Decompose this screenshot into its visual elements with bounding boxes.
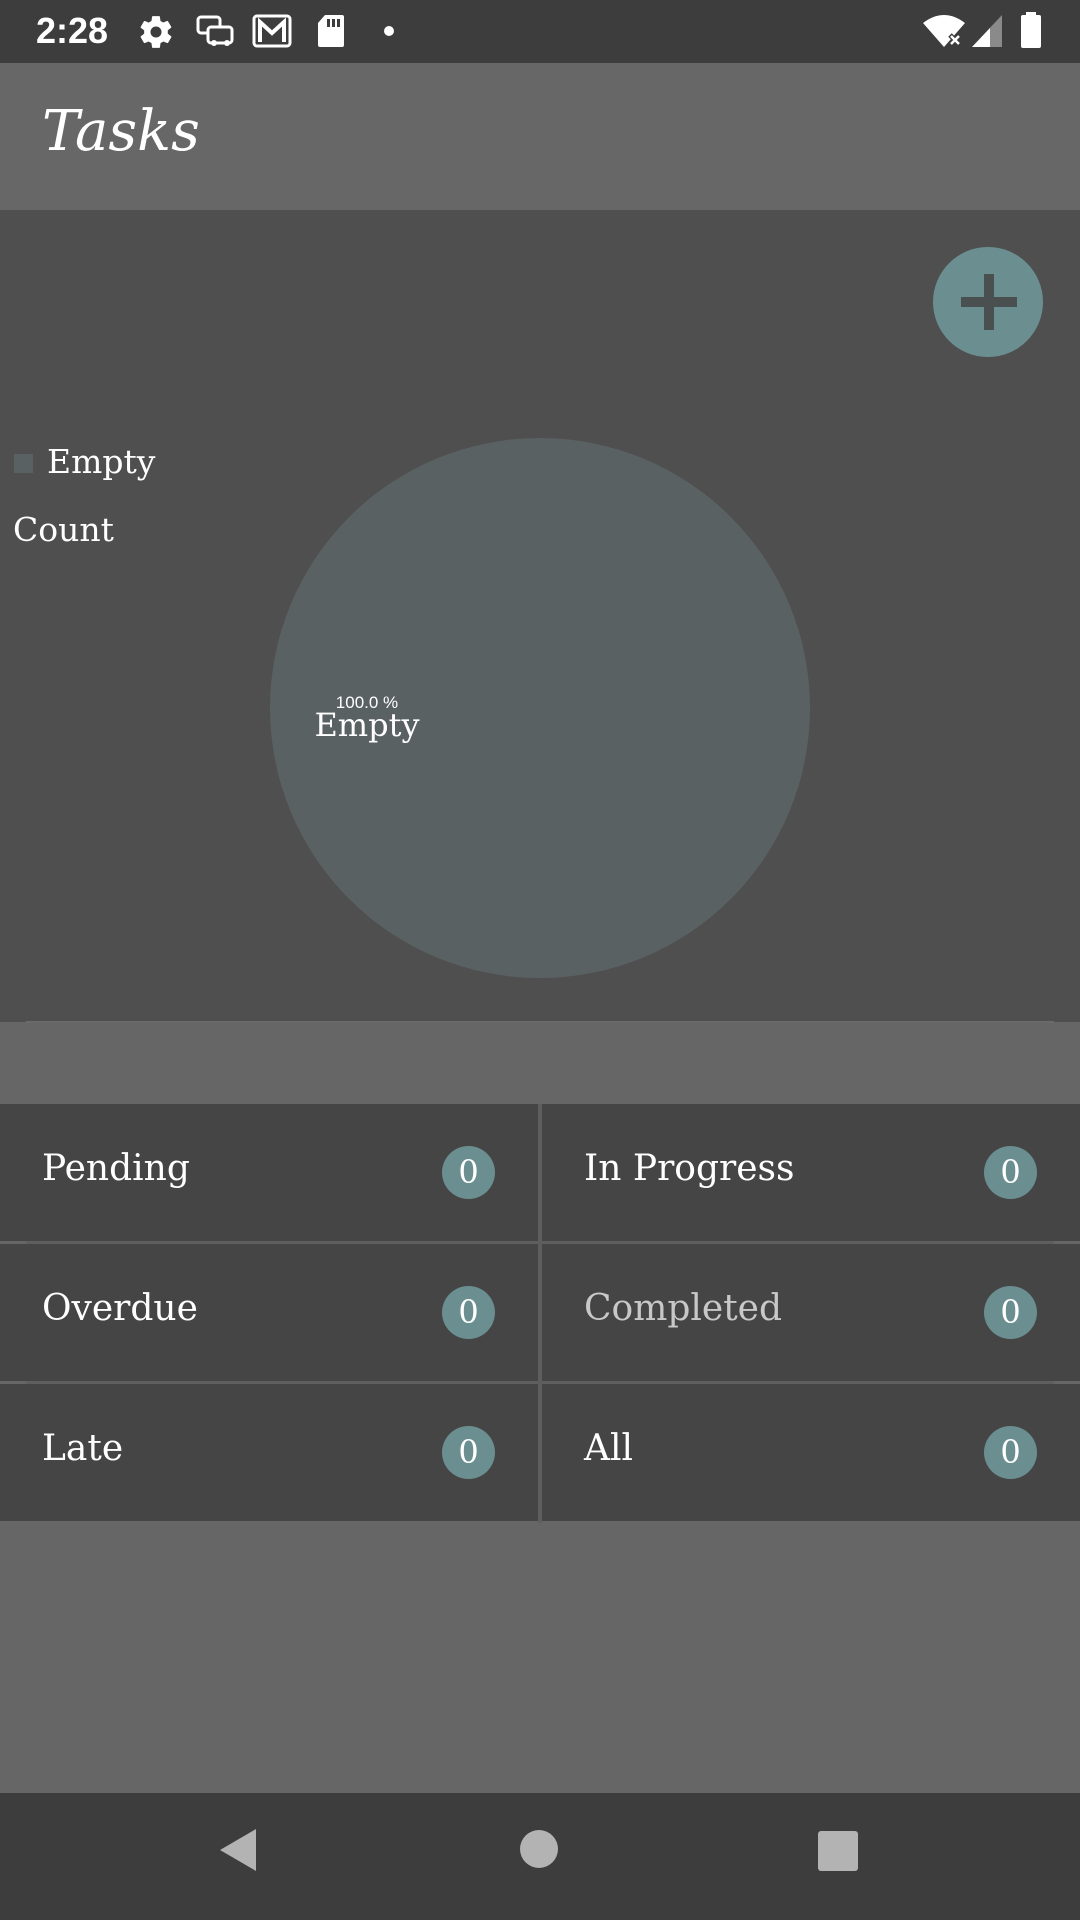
count-badge: 0	[984, 1286, 1037, 1339]
status-cell-completed[interactable]: Completed 0	[542, 1244, 1080, 1381]
page-title: Tasks	[42, 99, 200, 164]
status-cell-all[interactable]: All 0	[542, 1384, 1080, 1521]
navigation-bar	[0, 1793, 1080, 1920]
notification-dot-icon	[383, 25, 395, 37]
status-label: Completed	[584, 1288, 783, 1329]
status-label: Pending	[42, 1148, 190, 1189]
row-divider	[26, 1381, 1054, 1384]
app-bar: Tasks	[0, 63, 1080, 210]
column-divider	[538, 1104, 542, 1523]
divider	[26, 1021, 1054, 1023]
pie-chart: 100.0 %Empty	[270, 438, 810, 978]
plus-icon	[961, 274, 1017, 330]
legend-label: Empty	[47, 442, 156, 481]
status-cell-pending[interactable]: Pending 0	[0, 1104, 538, 1241]
count-badge: 0	[442, 1146, 495, 1199]
status-label: Late	[42, 1428, 124, 1469]
count-badge: 0	[984, 1146, 1037, 1199]
car-notification-icon	[196, 13, 236, 51]
recents-icon[interactable]	[817, 1830, 859, 1872]
chart-description: Count	[13, 510, 114, 549]
settings-icon	[137, 13, 175, 51]
signal-icon	[970, 13, 1004, 49]
status-label: All	[584, 1428, 634, 1469]
count-badge: 0	[442, 1426, 495, 1479]
status-time: 2:28	[36, 10, 109, 51]
home-icon[interactable]	[519, 1829, 559, 1869]
chart-panel: 100.0 % Empty Empty Count	[0, 210, 1080, 1023]
add-task-button[interactable]	[933, 247, 1043, 357]
gmail-icon	[252, 13, 292, 49]
status-cell-overdue[interactable]: Overdue 0	[0, 1244, 538, 1381]
wifi-off-icon	[922, 13, 966, 49]
status-grid: Pending 0 In Progress 0 Overdue 0 Comple…	[0, 1104, 1080, 1523]
sd-card-icon	[316, 13, 346, 49]
status-cell-in-progress[interactable]: In Progress 0	[542, 1104, 1080, 1241]
slice-name-label: Empty	[314, 706, 419, 744]
status-bar: 2:28	[0, 0, 1080, 63]
battery-icon	[1020, 12, 1042, 48]
row-divider	[26, 1241, 1054, 1244]
count-badge: 0	[984, 1426, 1037, 1479]
count-badge: 0	[442, 1286, 495, 1339]
status-label: Overdue	[42, 1288, 198, 1329]
legend-swatch	[14, 454, 33, 473]
status-label: In Progress	[584, 1148, 795, 1189]
back-icon[interactable]	[218, 1827, 258, 1873]
status-cell-late[interactable]: Late 0	[0, 1384, 538, 1521]
